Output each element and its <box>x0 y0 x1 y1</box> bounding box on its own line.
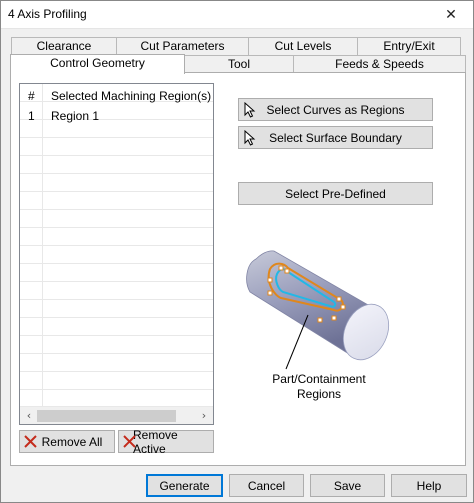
empty-row <box>20 192 213 210</box>
empty-row <box>20 318 213 336</box>
cursor-arrow-icon <box>244 129 256 149</box>
region-list[interactable]: # Selected Machining Region(s) 1 Region … <box>19 83 214 425</box>
empty-row <box>20 264 213 282</box>
empty-row <box>20 300 213 318</box>
tab-control-geometry[interactable]: Control Geometry <box>10 54 185 74</box>
close-icon[interactable]: ✕ <box>429 1 473 29</box>
empty-row <box>20 228 213 246</box>
empty-row <box>20 282 213 300</box>
empty-row <box>20 174 213 192</box>
window-title: 4 Axis Profiling <box>8 7 87 21</box>
empty-row <box>20 210 213 228</box>
empty-row <box>20 336 213 354</box>
list-header: # Selected Machining Region(s) <box>20 84 213 103</box>
caption-line-2: Regions <box>296 387 342 401</box>
scroll-thumb[interactable] <box>37 410 176 422</box>
illustration-caption: Part/Containment Regions <box>259 372 379 402</box>
tab-clearance[interactable]: Clearance <box>11 37 117 55</box>
caption-line-1: Part/Containment <box>272 372 366 386</box>
remove-active-button[interactable]: Remove Active <box>118 428 214 456</box>
help-button[interactable]: Help <box>391 474 467 497</box>
select-surface-label: Select Surface Boundary <box>269 130 402 145</box>
save-button[interactable]: Save <box>310 474 385 497</box>
tab-entry-exit[interactable]: Entry/Exit <box>357 37 461 55</box>
select-surface-button[interactable]: Select Surface Boundary <box>238 126 433 149</box>
select-predefined-button[interactable]: Select Pre-Defined <box>238 182 433 205</box>
empty-row <box>20 246 213 264</box>
header-number: # <box>28 89 35 103</box>
red-x-icon <box>123 435 136 451</box>
leader-line <box>285 314 309 370</box>
empty-row <box>20 120 213 138</box>
red-x-icon <box>24 435 37 451</box>
empty-row <box>20 138 213 156</box>
title-bar: 4 Axis Profiling ✕ <box>1 1 473 29</box>
cursor-arrow-icon <box>244 101 256 121</box>
cancel-button[interactable]: Cancel <box>229 474 304 497</box>
remove-all-button[interactable]: Remove All <box>19 430 115 453</box>
cylinder-part <box>246 250 390 361</box>
generate-button[interactable]: Generate <box>146 474 223 497</box>
tab-cut-parameters[interactable]: Cut Parameters <box>116 37 249 55</box>
select-curves-button[interactable]: Select Curves as Regions <box>238 98 433 121</box>
select-curves-label: Select Curves as Regions <box>266 102 405 117</box>
remove-all-label: Remove All <box>41 434 103 449</box>
scroll-right-icon[interactable]: › <box>197 408 211 424</box>
tab-tool[interactable]: Tool <box>184 55 294 73</box>
tab-feeds-speeds[interactable]: Feeds & Speeds <box>293 55 466 73</box>
dialog-window: 4 Axis Profiling ✕ Clearance Cut Paramet… <box>0 0 474 503</box>
scroll-left-icon[interactable]: ‹ <box>22 408 36 424</box>
part-regions-illustration <box>244 250 394 370</box>
empty-row <box>20 372 213 390</box>
table-row[interactable]: 1 Region 1 <box>20 102 213 123</box>
tab-cut-levels[interactable]: Cut Levels <box>248 37 358 55</box>
horizontal-scrollbar[interactable]: ‹ › <box>20 406 213 424</box>
header-region-name: Selected Machining Region(s) <box>51 89 212 103</box>
empty-row <box>20 354 213 372</box>
empty-row <box>20 156 213 174</box>
